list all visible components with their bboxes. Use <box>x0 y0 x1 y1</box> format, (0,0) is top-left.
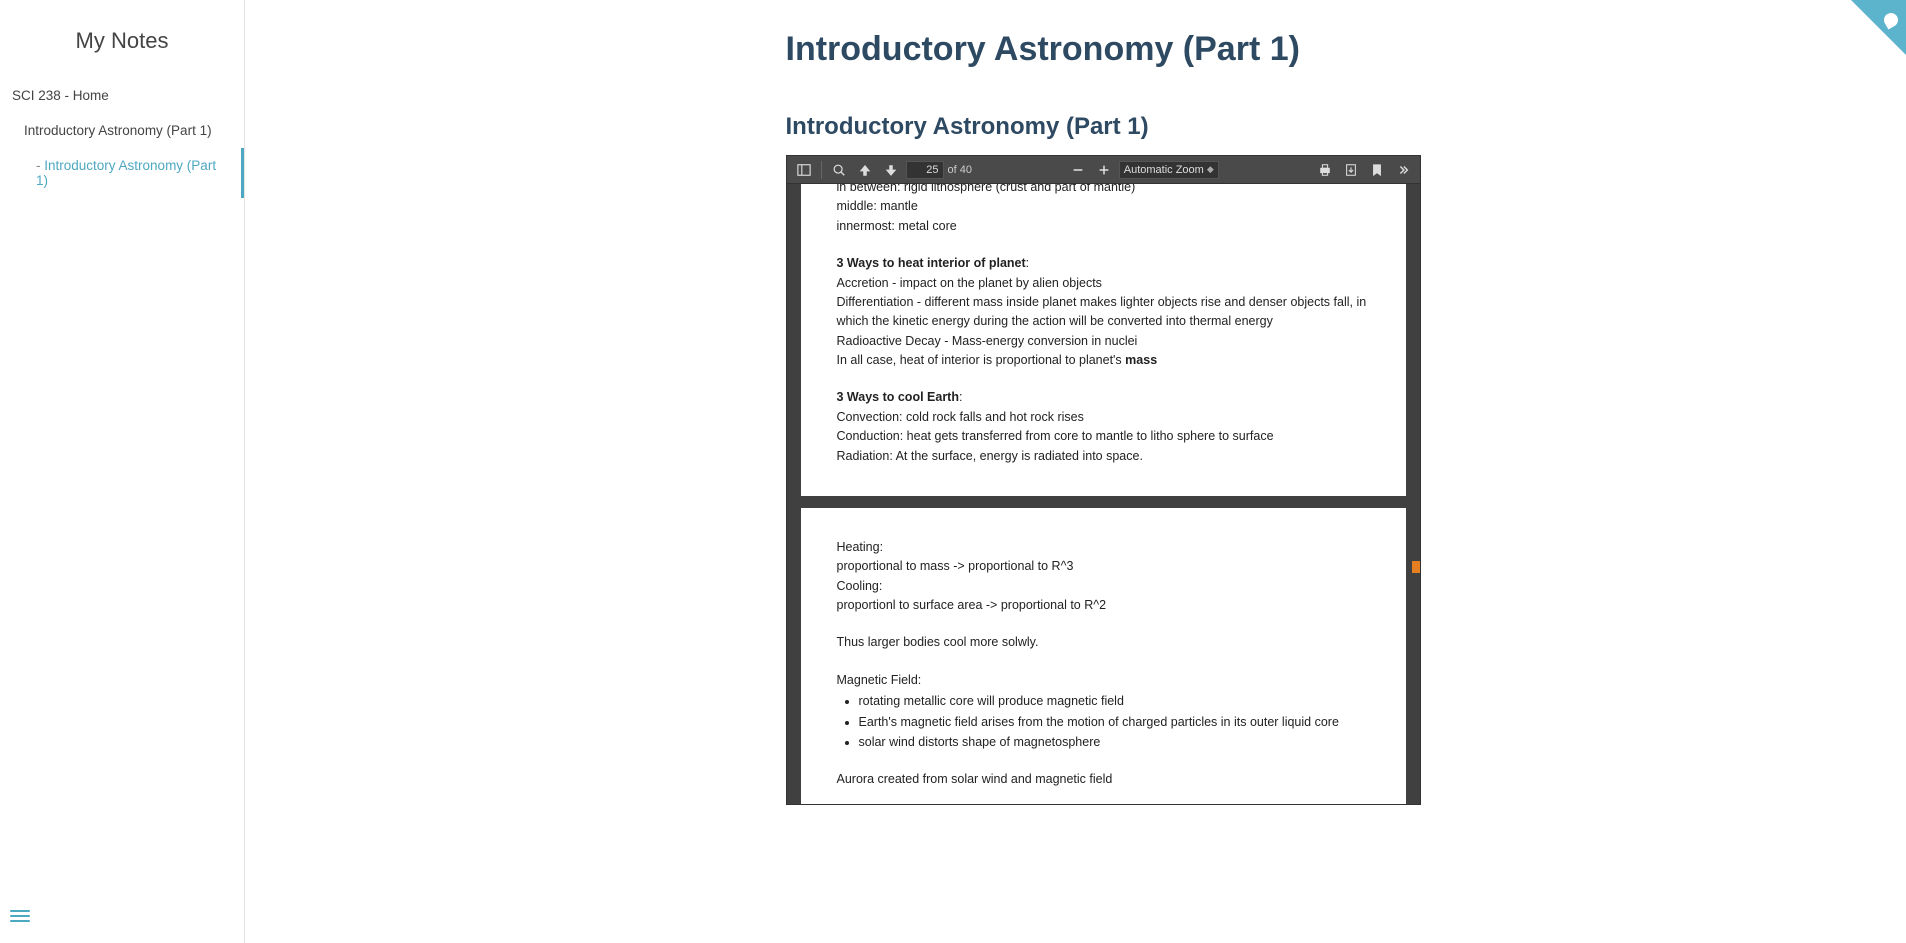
sidebar: My Notes SCI 238 - Home Introductory Ast… <box>0 0 245 943</box>
zoom-in-icon[interactable] <box>1093 159 1115 181</box>
text-line: 3 Ways to cool Earth: <box>837 388 1370 407</box>
badge-icon <box>1881 10 1900 29</box>
prev-page-icon[interactable] <box>854 159 876 181</box>
page-number-input[interactable] <box>906 161 944 179</box>
search-icon[interactable] <box>828 159 850 181</box>
pdf-page: in between: rigid lithosphere (crust and… <box>801 184 1406 496</box>
pdf-viewer: of 40 Automatic Zoom◆ in between: rigid … <box>786 155 1421 805</box>
text-line: Heating: <box>837 538 1370 557</box>
pdf-toolbar: of 40 Automatic Zoom◆ <box>787 156 1420 184</box>
sidebar-item-label: Introductory Astronomy (Part 1) <box>36 158 216 188</box>
text-line: Differentiation - different mass inside … <box>837 293 1370 332</box>
zoom-select-label: Automatic Zoom <box>1124 164 1204 176</box>
text-line: proportional to mass -> proportional to … <box>837 557 1370 576</box>
page-total-label: of 40 <box>948 164 972 176</box>
tools-icon[interactable] <box>1392 159 1414 181</box>
pdf-page-area[interactable]: in between: rigid lithosphere (crust and… <box>787 184 1420 804</box>
text-line: Accretion - impact on the planet by alie… <box>837 274 1370 293</box>
text-line: Convection: cold rock falls and hot rock… <box>837 408 1370 427</box>
print-icon[interactable] <box>1314 159 1336 181</box>
scrollbar-thumb[interactable] <box>1412 561 1420 573</box>
text-line: Radiation: At the surface, energy is rad… <box>837 447 1370 466</box>
text-line: Aurora created from solar wind and magne… <box>837 770 1370 789</box>
text-line: proportionl to surface area -> proportio… <box>837 596 1370 615</box>
sidebar-toggle-icon[interactable] <box>793 159 815 181</box>
text-line: 3 Ways to heat interior of planet: <box>837 254 1370 273</box>
text-line: Radioactive Decay - Mass-energy conversi… <box>837 332 1370 351</box>
main-content: Introductory Astronomy (Part 1) Introduc… <box>245 0 1906 943</box>
text-line: Cooling: <box>837 577 1370 596</box>
menu-toggle-icon[interactable] <box>10 907 30 927</box>
page-title: Introductory Astronomy (Part 1) <box>786 30 1716 69</box>
download-icon[interactable] <box>1340 159 1362 181</box>
text-line: innermost: metal core <box>837 217 1370 236</box>
list-item: rotating metallic core will produce magn… <box>859 692 1370 711</box>
text-line: Conduction: heat gets transferred from c… <box>837 427 1370 446</box>
text-line: middle: mantle <box>837 197 1370 216</box>
section-title: Introductory Astronomy (Part 1) <box>786 113 1716 141</box>
sidebar-item-chapter[interactable]: Introductory Astronomy (Part 1) <box>0 113 244 148</box>
sidebar-item-home[interactable]: SCI 238 - Home <box>0 78 244 113</box>
zoom-select[interactable]: Automatic Zoom◆ <box>1119 161 1219 179</box>
next-page-icon[interactable] <box>880 159 902 181</box>
bullet-list: rotating metallic core will produce magn… <box>859 692 1370 752</box>
list-item: Earth's magnetic field arises from the m… <box>859 713 1370 732</box>
text-line: In all case, heat of interior is proport… <box>837 351 1370 370</box>
zoom-out-icon[interactable] <box>1067 159 1089 181</box>
text-line: in between: rigid lithosphere (crust and… <box>837 184 1370 197</box>
list-item: solar wind distorts shape of magnetosphe… <box>859 733 1370 752</box>
pdf-page: Heating: proportional to mass -> proport… <box>801 508 1406 804</box>
corner-badge[interactable] <box>1851 0 1906 55</box>
sidebar-title: My Notes <box>0 0 244 78</box>
sidebar-item-section-active[interactable]: - Introductory Astronomy (Part 1) <box>0 148 244 198</box>
text-line: Thus larger bodies cool more solwly. <box>837 633 1370 652</box>
text-line: Magnetic Field: <box>837 671 1370 690</box>
bookmark-icon[interactable] <box>1366 159 1388 181</box>
